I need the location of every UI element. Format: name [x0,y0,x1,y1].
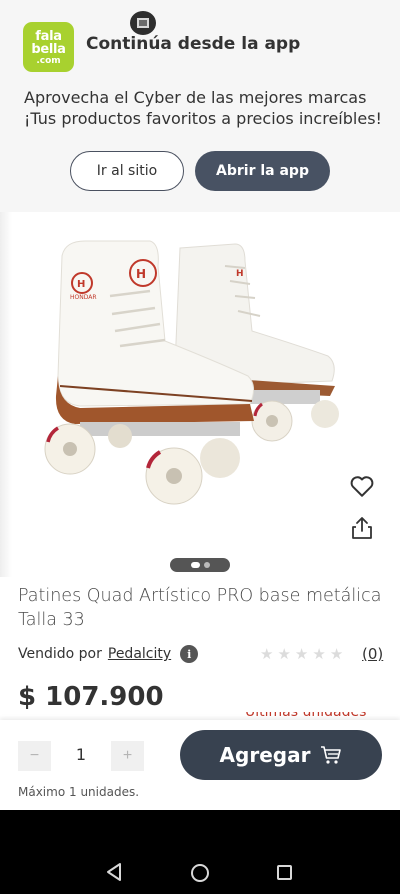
shopping-cart-icon [321,746,342,764]
add-to-cart-label: Agregar [219,743,311,767]
share-icon[interactable] [350,515,374,541]
star-icon: ★ [294,646,309,663]
system-strip [0,810,400,850]
back-triangle-icon[interactable] [105,862,123,882]
add-to-cart-button[interactable]: Agregar [180,730,382,780]
logo-text-line3: .com [36,55,61,66]
brand-mark: HONDAR [70,294,97,301]
gallery-edge-shadow [0,212,12,577]
star-icon: ★ [277,646,291,663]
home-circle-icon[interactable] [191,864,209,882]
gallery-pagination[interactable] [170,558,230,572]
svg-text:H: H [236,269,244,279]
star-icon: ★ [312,646,326,663]
partially-hidden-text: Últimas unidades [245,712,367,720]
star-icon: ★ [260,646,274,663]
info-icon[interactable]: i [180,645,199,663]
notification-icon [130,11,156,35]
promo-line-1: Aprovecha el Cyber de las mejores marcas [24,88,367,107]
gallery-dot-active[interactable] [190,562,200,568]
promo-line-2: ¡Tus productos favoritos a precios incre… [24,109,382,128]
review-count-link[interactable]: (0) [362,645,383,663]
product-price: $ 107.900 [18,682,164,712]
gallery-dot[interactable] [203,562,210,568]
logo-text-line1: fala [35,28,62,44]
quantity-value: 1 [75,745,87,764]
max-units-note: Máximo 1 unidades. [18,785,140,799]
quantity-decrease-button[interactable]: − [18,741,51,771]
banner-title: Continúa desde la app [86,34,301,54]
seller-link[interactable]: Pedalcity [108,646,171,662]
logo-text-line2: bella [31,41,66,57]
recent-apps-icon[interactable] [277,865,292,880]
star-icon: ★ [329,646,344,663]
product-image: H H H HONDAR [44,240,339,505]
svg-text:H: H [77,279,85,290]
seller-label: Vendido por [18,646,102,662]
product-title: Patines Quad Artístico PRO base metálica… [18,586,382,630]
go-to-site-button[interactable]: Ir al sitio [70,151,184,191]
svg-text:H: H [136,267,146,281]
heart-icon[interactable] [349,473,375,499]
rating-stars: ★ ★ ★ ★ ★ [260,645,343,663]
banner-promo: Aprovecha el Cyber de las mejores marcas… [24,87,382,129]
falabella-logo: fala bella .com [23,22,74,72]
seller-info: Vendido por Pedalcity i [18,645,199,663]
open-app-button[interactable]: Abrir la app [195,151,330,191]
quantity-increase-button[interactable]: + [111,741,144,771]
